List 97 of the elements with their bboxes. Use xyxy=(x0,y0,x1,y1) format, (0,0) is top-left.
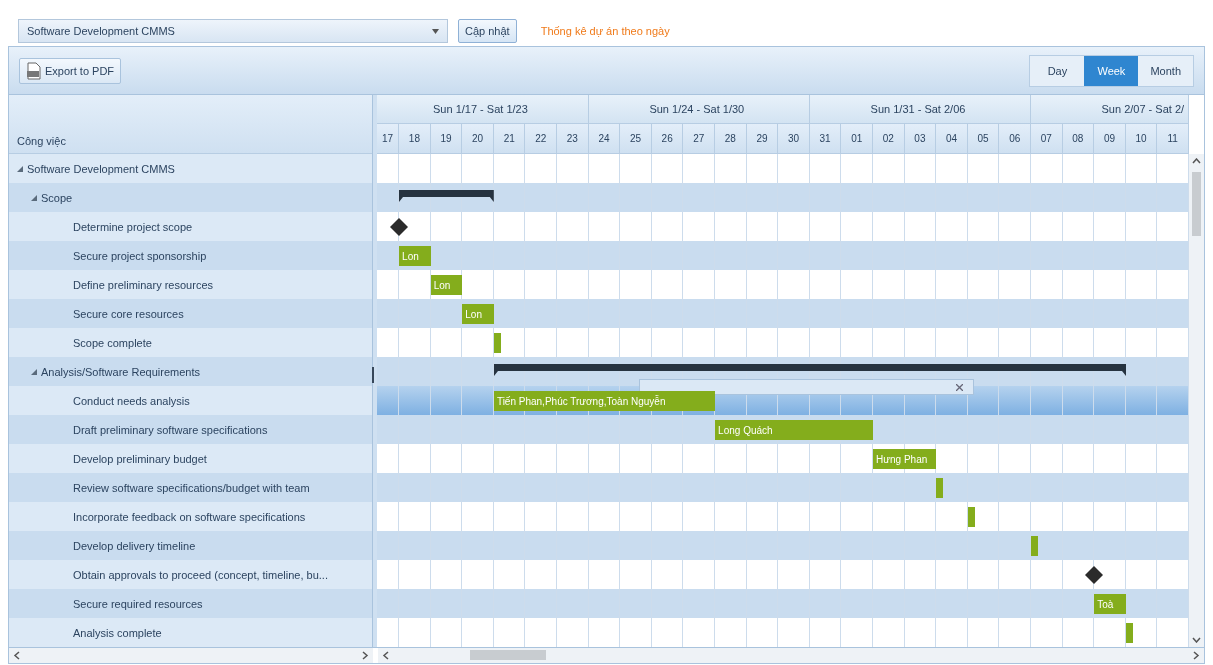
bar-label: Long Quách xyxy=(718,424,773,436)
day-label: 04 xyxy=(945,133,958,144)
day-label: 31 xyxy=(819,133,831,144)
scrollbar-thumb[interactable] xyxy=(1192,172,1202,236)
task-bar[interactable] xyxy=(936,478,944,498)
timeline-row[interactable] xyxy=(377,183,1190,212)
task-name: Secure project sponsorship xyxy=(73,249,207,262)
task-name: Define preliminary resources xyxy=(73,278,213,291)
day-label: 01 xyxy=(851,133,863,144)
scroll-left-icon[interactable] xyxy=(382,651,390,660)
week-label: Sun 1/17 - Sat 1/23 xyxy=(433,103,528,115)
bar-label: Toà xyxy=(1097,598,1114,610)
task-name: Determine project scope xyxy=(73,220,193,233)
close-icon[interactable] xyxy=(956,383,964,391)
bar-label: Lon xyxy=(465,308,482,320)
task-name: Develop preliminary budget xyxy=(73,452,207,465)
task-name: Conduct needs analysis xyxy=(73,394,190,407)
tree-row[interactable]: Review software specifications/budget with team xyxy=(9,473,373,502)
day-label: 18 xyxy=(408,133,420,144)
caret-icon[interactable] xyxy=(31,368,37,375)
task-name: Incorporate feedback on software specifications xyxy=(73,510,306,523)
task-bar[interactable] xyxy=(1125,623,1133,643)
day-label: 23 xyxy=(566,133,578,144)
view-tab[interactable]: Week xyxy=(1084,55,1139,86)
bar-label: Lon xyxy=(402,250,419,262)
day-label: 27 xyxy=(693,133,705,144)
horizontal-scrollbar[interactable] xyxy=(9,648,374,663)
week-label: Sun 1/24 - Sat 1/30 xyxy=(649,103,745,115)
scroll-right-icon[interactable] xyxy=(1193,651,1200,660)
week-label: Sun 1/31 - Sat 2/06 xyxy=(870,103,966,115)
scroll-down-icon[interactable] xyxy=(1192,637,1202,643)
horizontal-scrollbar[interactable] xyxy=(378,648,1204,663)
week-label: Sun 2/07 - Sat 2/ xyxy=(1101,103,1185,115)
column-header: Công việc xyxy=(17,135,66,147)
day-label: 17 xyxy=(382,133,394,144)
day-label: 29 xyxy=(756,133,768,144)
summary-bar[interactable] xyxy=(493,364,1126,377)
tree-row[interactable]: Secure project sponsorship xyxy=(9,241,373,270)
milestone-diamond[interactable] xyxy=(1085,566,1104,584)
splitter-handle[interactable] xyxy=(371,367,375,383)
document-icon xyxy=(26,61,42,80)
caret-icon[interactable] xyxy=(31,194,37,201)
export-button[interactable]: Export to PDF xyxy=(19,57,122,84)
day-label: 22 xyxy=(535,133,547,144)
task-name: Secure required resources xyxy=(73,597,203,610)
day-label: 09 xyxy=(1103,133,1116,144)
day-label: 10 xyxy=(1135,133,1147,144)
bar-label: Hưng Phan xyxy=(876,453,928,465)
summary-bar[interactable] xyxy=(399,190,494,203)
tree-row[interactable]: Develop delivery timeline xyxy=(9,531,373,560)
task-name: Analysis/Software Requirements xyxy=(41,365,200,378)
day-label: 06 xyxy=(1009,133,1021,144)
day-label: 28 xyxy=(724,133,736,144)
task-name: Develop delivery timeline xyxy=(73,539,196,552)
task-name: Analysis complete xyxy=(73,626,162,639)
caret-icon xyxy=(432,28,439,34)
day-label: 07 xyxy=(1040,133,1052,144)
task-name: Software Development CMMS xyxy=(27,162,175,175)
day-label: 11 xyxy=(1167,133,1178,144)
day-label: 21 xyxy=(503,133,515,144)
scroll-right-icon[interactable] xyxy=(362,651,370,660)
tree-row[interactable]: Draft preliminary software specifications xyxy=(9,415,373,444)
tree-row[interactable]: Secure core resources xyxy=(9,299,373,328)
task-name: Secure core resources xyxy=(73,307,184,320)
caret-icon[interactable] xyxy=(17,165,23,172)
scroll-left-icon[interactable] xyxy=(13,651,20,660)
scroll-up-icon[interactable] xyxy=(1192,158,1202,164)
day-label: 02 xyxy=(882,133,894,144)
task-bar[interactable] xyxy=(493,333,501,353)
task-bar[interactable] xyxy=(1031,536,1039,556)
view-tab[interactable]: Day xyxy=(1030,55,1085,86)
task-name: Draft preliminary software specifications xyxy=(73,423,268,436)
day-label: 19 xyxy=(440,133,452,144)
task-name: Review software specifications/budget with team xyxy=(73,481,310,494)
bar-label: Tiến Phan,Phúc Trương,Toàn Nguyễn xyxy=(496,395,666,407)
scrollbar-thumb[interactable] xyxy=(470,650,547,660)
update-button[interactable]: Cập nhật xyxy=(458,19,517,43)
tree-row[interactable]: Scope xyxy=(9,183,373,212)
task-name: Scope complete xyxy=(73,336,152,349)
day-label: 25 xyxy=(630,133,642,144)
day-label: 20 xyxy=(472,133,484,144)
day-label: 30 xyxy=(787,133,800,144)
vertical-scrollbar[interactable] xyxy=(1189,154,1204,647)
tree-row[interactable]: Analysis/Software Requirements xyxy=(9,357,373,386)
task-name: Obtain approvals to proceed (concept, timeline, bu... xyxy=(73,568,328,581)
day-label: 26 xyxy=(661,133,673,144)
day-label: 03 xyxy=(914,133,926,144)
day-label: 08 xyxy=(1072,133,1084,144)
view-tab[interactable]: Month xyxy=(1138,55,1193,86)
day-label: 24 xyxy=(598,133,610,144)
day-label: 05 xyxy=(977,133,989,144)
project-select[interactable]: Software Development CMMS xyxy=(18,19,448,43)
bar-label: Lon xyxy=(433,279,451,291)
task-name: Scope xyxy=(41,191,73,204)
milestone-diamond[interactable] xyxy=(390,218,409,236)
task-bar[interactable] xyxy=(967,507,975,527)
tree-row[interactable]: Secure required resources xyxy=(9,589,373,618)
